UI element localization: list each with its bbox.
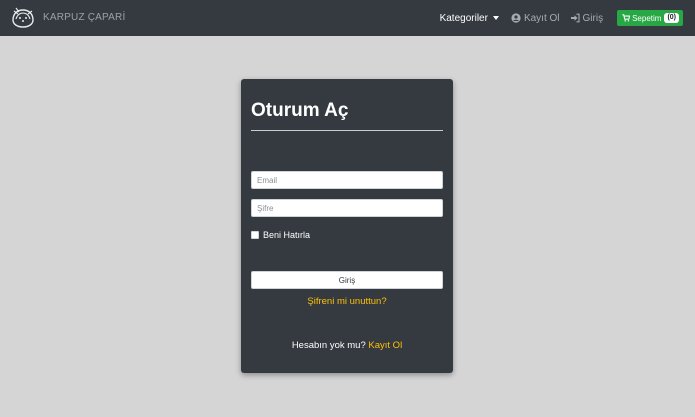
login-submit-button[interactable]: Giriş bbox=[251, 271, 443, 289]
cart-label: Sepetim bbox=[632, 13, 662, 23]
forgot-password-link[interactable]: Şifreni mi unuttun? bbox=[241, 296, 453, 307]
remember-me-checkbox[interactable] bbox=[251, 231, 259, 239]
password-field[interactable] bbox=[251, 199, 443, 217]
categories-label: Kategoriler bbox=[439, 12, 488, 24]
page-title: Oturum Aç bbox=[251, 100, 349, 121]
nav-right: Kategoriler Kayıt Ol Giriş Sepetim (0) bbox=[440, 0, 695, 36]
register-label: Kayıt Ol bbox=[523, 12, 560, 24]
remember-me-label: Beni Hatırla bbox=[263, 230, 311, 240]
email-field[interactable] bbox=[251, 171, 443, 189]
register-card-link[interactable]: Kayıt Ol bbox=[368, 340, 402, 351]
navbar: KARPUZ ÇAPARİ Kategoriler Kayıt Ol Giriş bbox=[0, 0, 695, 36]
register-prompt: Hesabın yok mu? Kayıt Ol bbox=[241, 340, 453, 351]
login-link[interactable]: Giriş bbox=[570, 12, 604, 24]
no-account-text: Hesabın yok mu? bbox=[291, 340, 366, 351]
caret-down-icon bbox=[492, 16, 499, 20]
user-circle-icon bbox=[511, 13, 521, 23]
shopping-cart-icon bbox=[622, 14, 631, 22]
cart-button[interactable]: Sepetim (0) bbox=[617, 10, 683, 26]
login-card: Oturum Aç Beni Hatırla Giriş Şifreni mi … bbox=[241, 79, 453, 373]
remember-me[interactable]: Beni Hatırla bbox=[251, 230, 310, 240]
register-link[interactable]: Kayıt Ol bbox=[511, 13, 560, 24]
cart-count-badge: (0) bbox=[664, 13, 679, 23]
watermelon-logo-icon[interactable] bbox=[10, 5, 36, 31]
sign-in-icon bbox=[570, 13, 580, 23]
categories-dropdown[interactable]: Kategoriler bbox=[440, 13, 499, 24]
brand-name[interactable]: KARPUZ ÇAPARİ bbox=[43, 12, 125, 23]
title-divider bbox=[251, 130, 443, 131]
login-label: Giriş bbox=[582, 12, 604, 24]
